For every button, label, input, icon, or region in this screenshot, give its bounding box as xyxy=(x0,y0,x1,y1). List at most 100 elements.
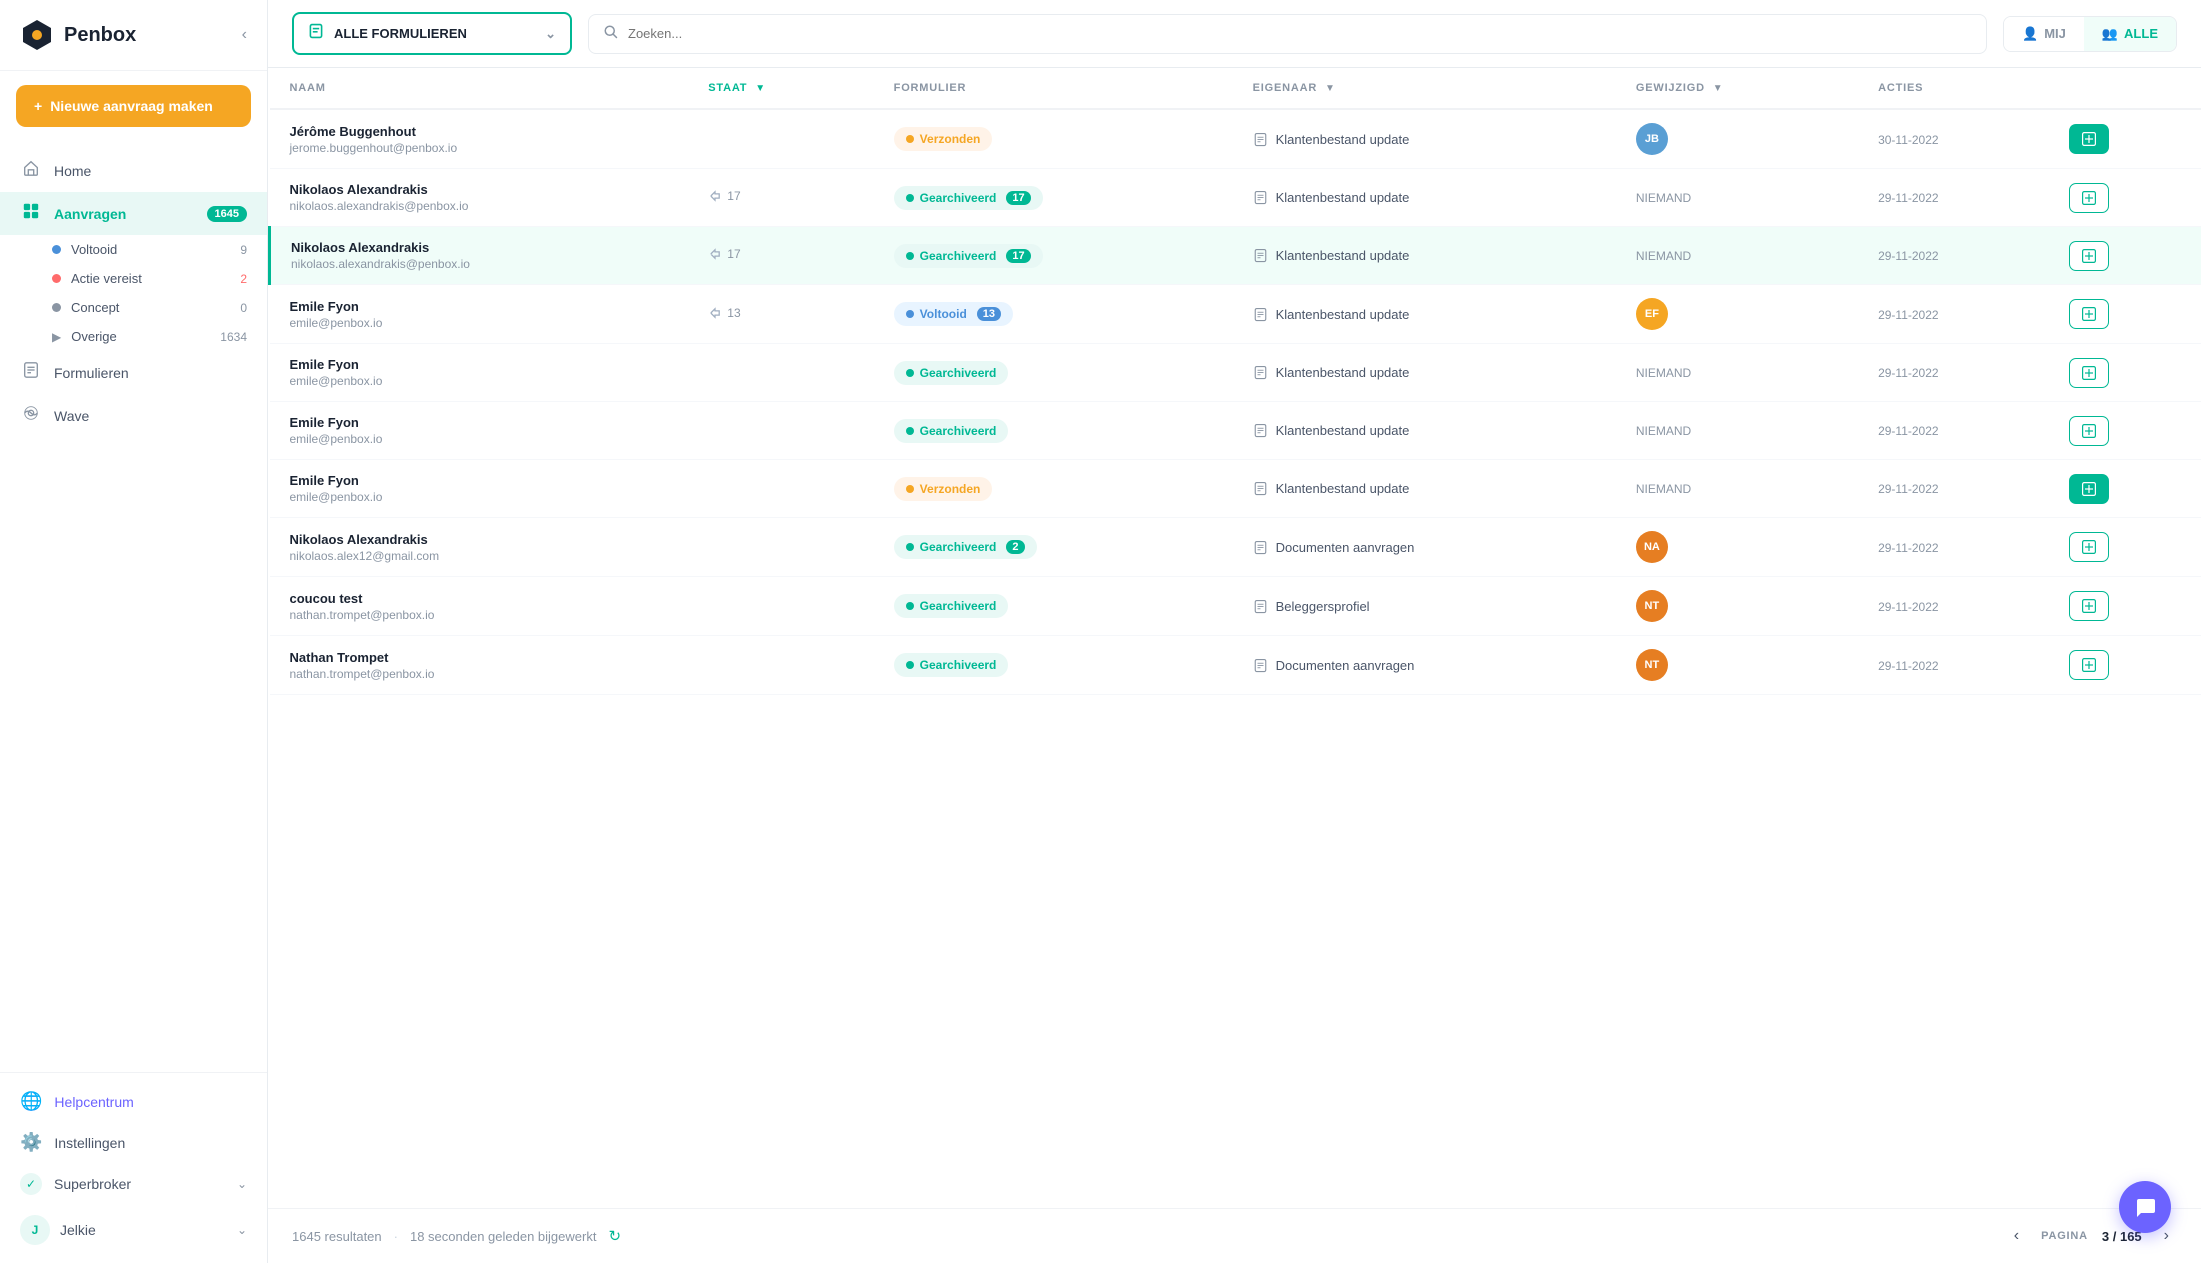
row-name: Emile Fyon xyxy=(290,299,669,314)
sidebar-item-aanvragen[interactable]: Aanvragen 1645 xyxy=(0,192,267,235)
name-cell: Nathan Trompet nathan.trompet@penbox.io xyxy=(270,636,689,695)
form-cell: Documenten aanvragen xyxy=(1253,540,1596,555)
row-name: Emile Fyon xyxy=(290,415,669,430)
col-staat[interactable]: STAAT ▼ xyxy=(688,68,873,109)
col-naam: NAAM xyxy=(270,68,689,109)
owner-cell: NT xyxy=(1616,636,1858,695)
status-pill: Gearchiveerd17 xyxy=(894,244,1043,268)
action-button-outline[interactable] xyxy=(2069,183,2109,213)
row-email: emile@penbox.io xyxy=(290,316,669,330)
sidebar-item-actie-vereist[interactable]: Actie vereist 2 xyxy=(52,264,267,293)
formulieren-icon xyxy=(20,361,42,384)
action-cell xyxy=(2049,169,2201,227)
aanvragen-icon xyxy=(20,202,42,225)
sidebar-item-label-home: Home xyxy=(54,163,91,179)
action-button-outline[interactable] xyxy=(2069,591,2109,621)
name-cell: Emile Fyon emile@penbox.io xyxy=(270,460,689,518)
sidebar-item-label-formulieren: Formulieren xyxy=(54,365,129,381)
requests-table: NAAM STAAT ▼ FORMULIER EIGENAAR ▼ GEWIJZ xyxy=(268,68,2201,695)
sub-nav: Voltooid 9 Actie vereist 2 Concept 0 ▶ O… xyxy=(0,235,267,351)
owner-area: NT xyxy=(1636,649,1838,681)
topbar: ALLE FORMULIEREN ⌄ 👤 MIJ 👥 ALLE xyxy=(268,0,2201,68)
status-pill: Gearchiveerd2 xyxy=(894,535,1037,559)
new-request-button[interactable]: + Nieuwe aanvraag maken xyxy=(16,85,251,127)
name-cell: Nikolaos Alexandrakis nikolaos.alexandra… xyxy=(270,227,689,285)
sidebar-item-label-aanvragen: Aanvragen xyxy=(54,206,126,222)
sidebar-item-superbroker[interactable]: ✓ Superbroker ⌄ xyxy=(0,1163,267,1205)
status-pill: Verzonden xyxy=(894,477,993,501)
status-pill: Gearchiveerd xyxy=(894,594,1009,618)
sidebar-item-instellingen[interactable]: ⚙️ Instellingen xyxy=(0,1122,267,1163)
row-name: Emile Fyon xyxy=(290,473,669,488)
owner-none: NIEMAND xyxy=(1636,249,1691,263)
status-count: 13 xyxy=(977,307,1001,321)
sidebar-item-voltooid[interactable]: Voltooid 9 xyxy=(52,235,267,264)
sidebar-item-helpcentrum[interactable]: 🌐 Helpcentrum xyxy=(0,1081,267,1122)
row-email: nikolaos.alexandrakis@penbox.io xyxy=(290,199,669,213)
owner-none: NIEMAND xyxy=(1636,482,1691,496)
action-button-outline[interactable] xyxy=(2069,416,2109,446)
date-value: 29-11-2022 xyxy=(1878,249,1939,263)
refresh-button[interactable]: ↻ xyxy=(608,1227,621,1245)
row-name: Jérôme Buggenhout xyxy=(290,124,669,139)
owner-cell: EF xyxy=(1616,285,1858,344)
action-button[interactable] xyxy=(2069,474,2109,504)
helpcentrum-label: Helpcentrum xyxy=(54,1094,133,1110)
collapse-sidebar-button[interactable]: ‹ xyxy=(242,26,247,44)
table-row: Emile Fyon emile@penbox.io 13Voltooid13 … xyxy=(270,285,2201,344)
action-button-outline[interactable] xyxy=(2069,299,2109,329)
search-input[interactable] xyxy=(628,26,1972,41)
action-button-outline[interactable] xyxy=(2069,241,2109,271)
prev-page-button[interactable]: ‹ xyxy=(2006,1223,2027,1249)
date-cell: 29-11-2022 xyxy=(1858,518,2049,577)
action-button-outline[interactable] xyxy=(2069,532,2109,562)
sidebar-item-home[interactable]: Home xyxy=(0,149,267,192)
row-email: nikolaos.alex12@gmail.com xyxy=(290,549,669,563)
date-cell: 29-11-2022 xyxy=(1858,402,2049,460)
view-mij-button[interactable]: 👤 MIJ xyxy=(2004,17,2084,51)
col-gewijzigd[interactable]: GEWIJZIGD ▼ xyxy=(1616,68,1858,109)
owner-avatar: NT xyxy=(1636,649,1668,681)
plus-icon: + xyxy=(34,98,42,114)
date-value: 29-11-2022 xyxy=(1878,191,1939,205)
status-cell: Gearchiveerd xyxy=(874,636,1233,695)
form-name: Klantenbestand update xyxy=(1276,132,1410,147)
view-alle-button[interactable]: 👥 ALLE xyxy=(2084,17,2176,51)
action-button-outline[interactable] xyxy=(2069,358,2109,388)
sidebar-item-overige[interactable]: ▶ Overige 1634 xyxy=(52,322,267,351)
col-eigenaar[interactable]: EIGENAAR ▼ xyxy=(1233,68,1616,109)
action-cell xyxy=(2049,285,2201,344)
action-button-outline[interactable] xyxy=(2069,650,2109,680)
owner-cell: NIEMAND xyxy=(1616,169,1858,227)
logo-area: Penbox xyxy=(20,18,136,52)
sidebar-item-concept[interactable]: Concept 0 xyxy=(52,293,267,322)
sidebar-item-formulieren[interactable]: Formulieren xyxy=(0,351,267,394)
form-icon xyxy=(1253,481,1268,496)
sidebar: Penbox ‹ + Nieuwe aanvraag maken Home Aa… xyxy=(0,0,268,1263)
table-row: Nikolaos Alexandrakis nikolaos.alex12@gm… xyxy=(270,518,2201,577)
form-icon xyxy=(1253,658,1268,673)
action-cell xyxy=(2049,402,2201,460)
version-cell: 17 xyxy=(688,227,873,285)
separator: · xyxy=(394,1229,398,1244)
new-request-label: Nieuwe aanvraag maken xyxy=(50,98,213,114)
form-filter-dropdown[interactable]: ALLE FORMULIEREN ⌄ xyxy=(292,12,572,55)
action-cell xyxy=(2049,460,2201,518)
action-button[interactable] xyxy=(2069,124,2109,154)
sidebar-item-jelkie[interactable]: J Jelkie ⌄ xyxy=(0,1205,267,1255)
status-cell: Verzonden xyxy=(874,109,1233,169)
version-cell xyxy=(688,344,873,402)
staat-sort-icon: ▼ xyxy=(755,83,766,94)
sidebar-header: Penbox ‹ xyxy=(0,0,267,71)
action-cell xyxy=(2049,344,2201,402)
form-icon xyxy=(1253,599,1268,614)
dropdown-chevron-icon: ⌄ xyxy=(545,26,556,42)
chat-bubble[interactable] xyxy=(2119,1181,2171,1233)
wave-icon xyxy=(20,404,42,427)
overige-label: Overige xyxy=(71,329,117,344)
sidebar-item-wave[interactable]: Wave xyxy=(0,394,267,437)
form-cell: Klantenbestand update xyxy=(1253,307,1596,322)
home-icon xyxy=(20,159,42,182)
owner-area: EF xyxy=(1636,298,1838,330)
concept-badge: 0 xyxy=(240,301,247,315)
